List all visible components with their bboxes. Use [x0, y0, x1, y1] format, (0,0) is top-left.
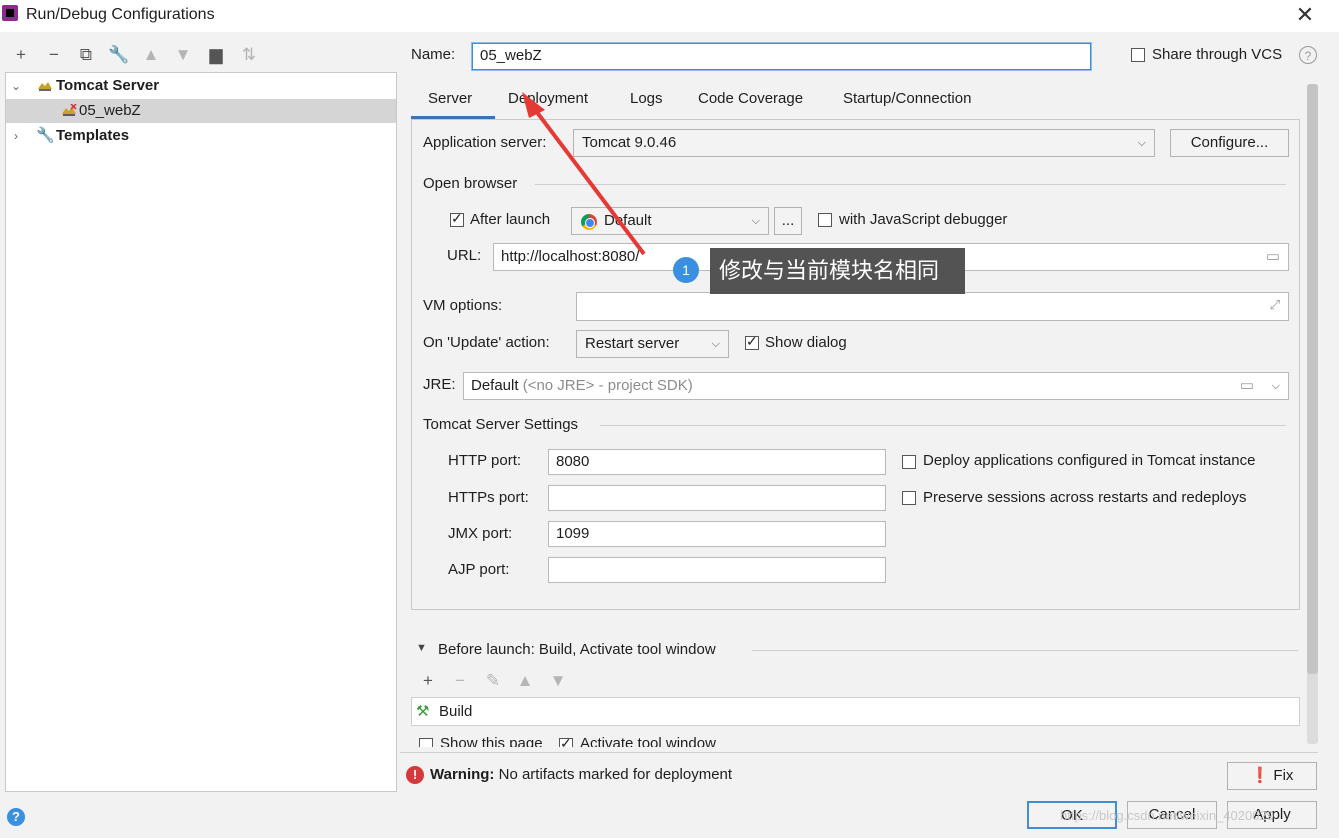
annotation-arrow — [522, 92, 646, 256]
arrow-line — [528, 101, 646, 256]
annotation-callout: 修改与当前模块名相同 — [710, 248, 965, 294]
annotation-badge: 1 — [673, 257, 699, 283]
arrow-head — [522, 92, 545, 118]
